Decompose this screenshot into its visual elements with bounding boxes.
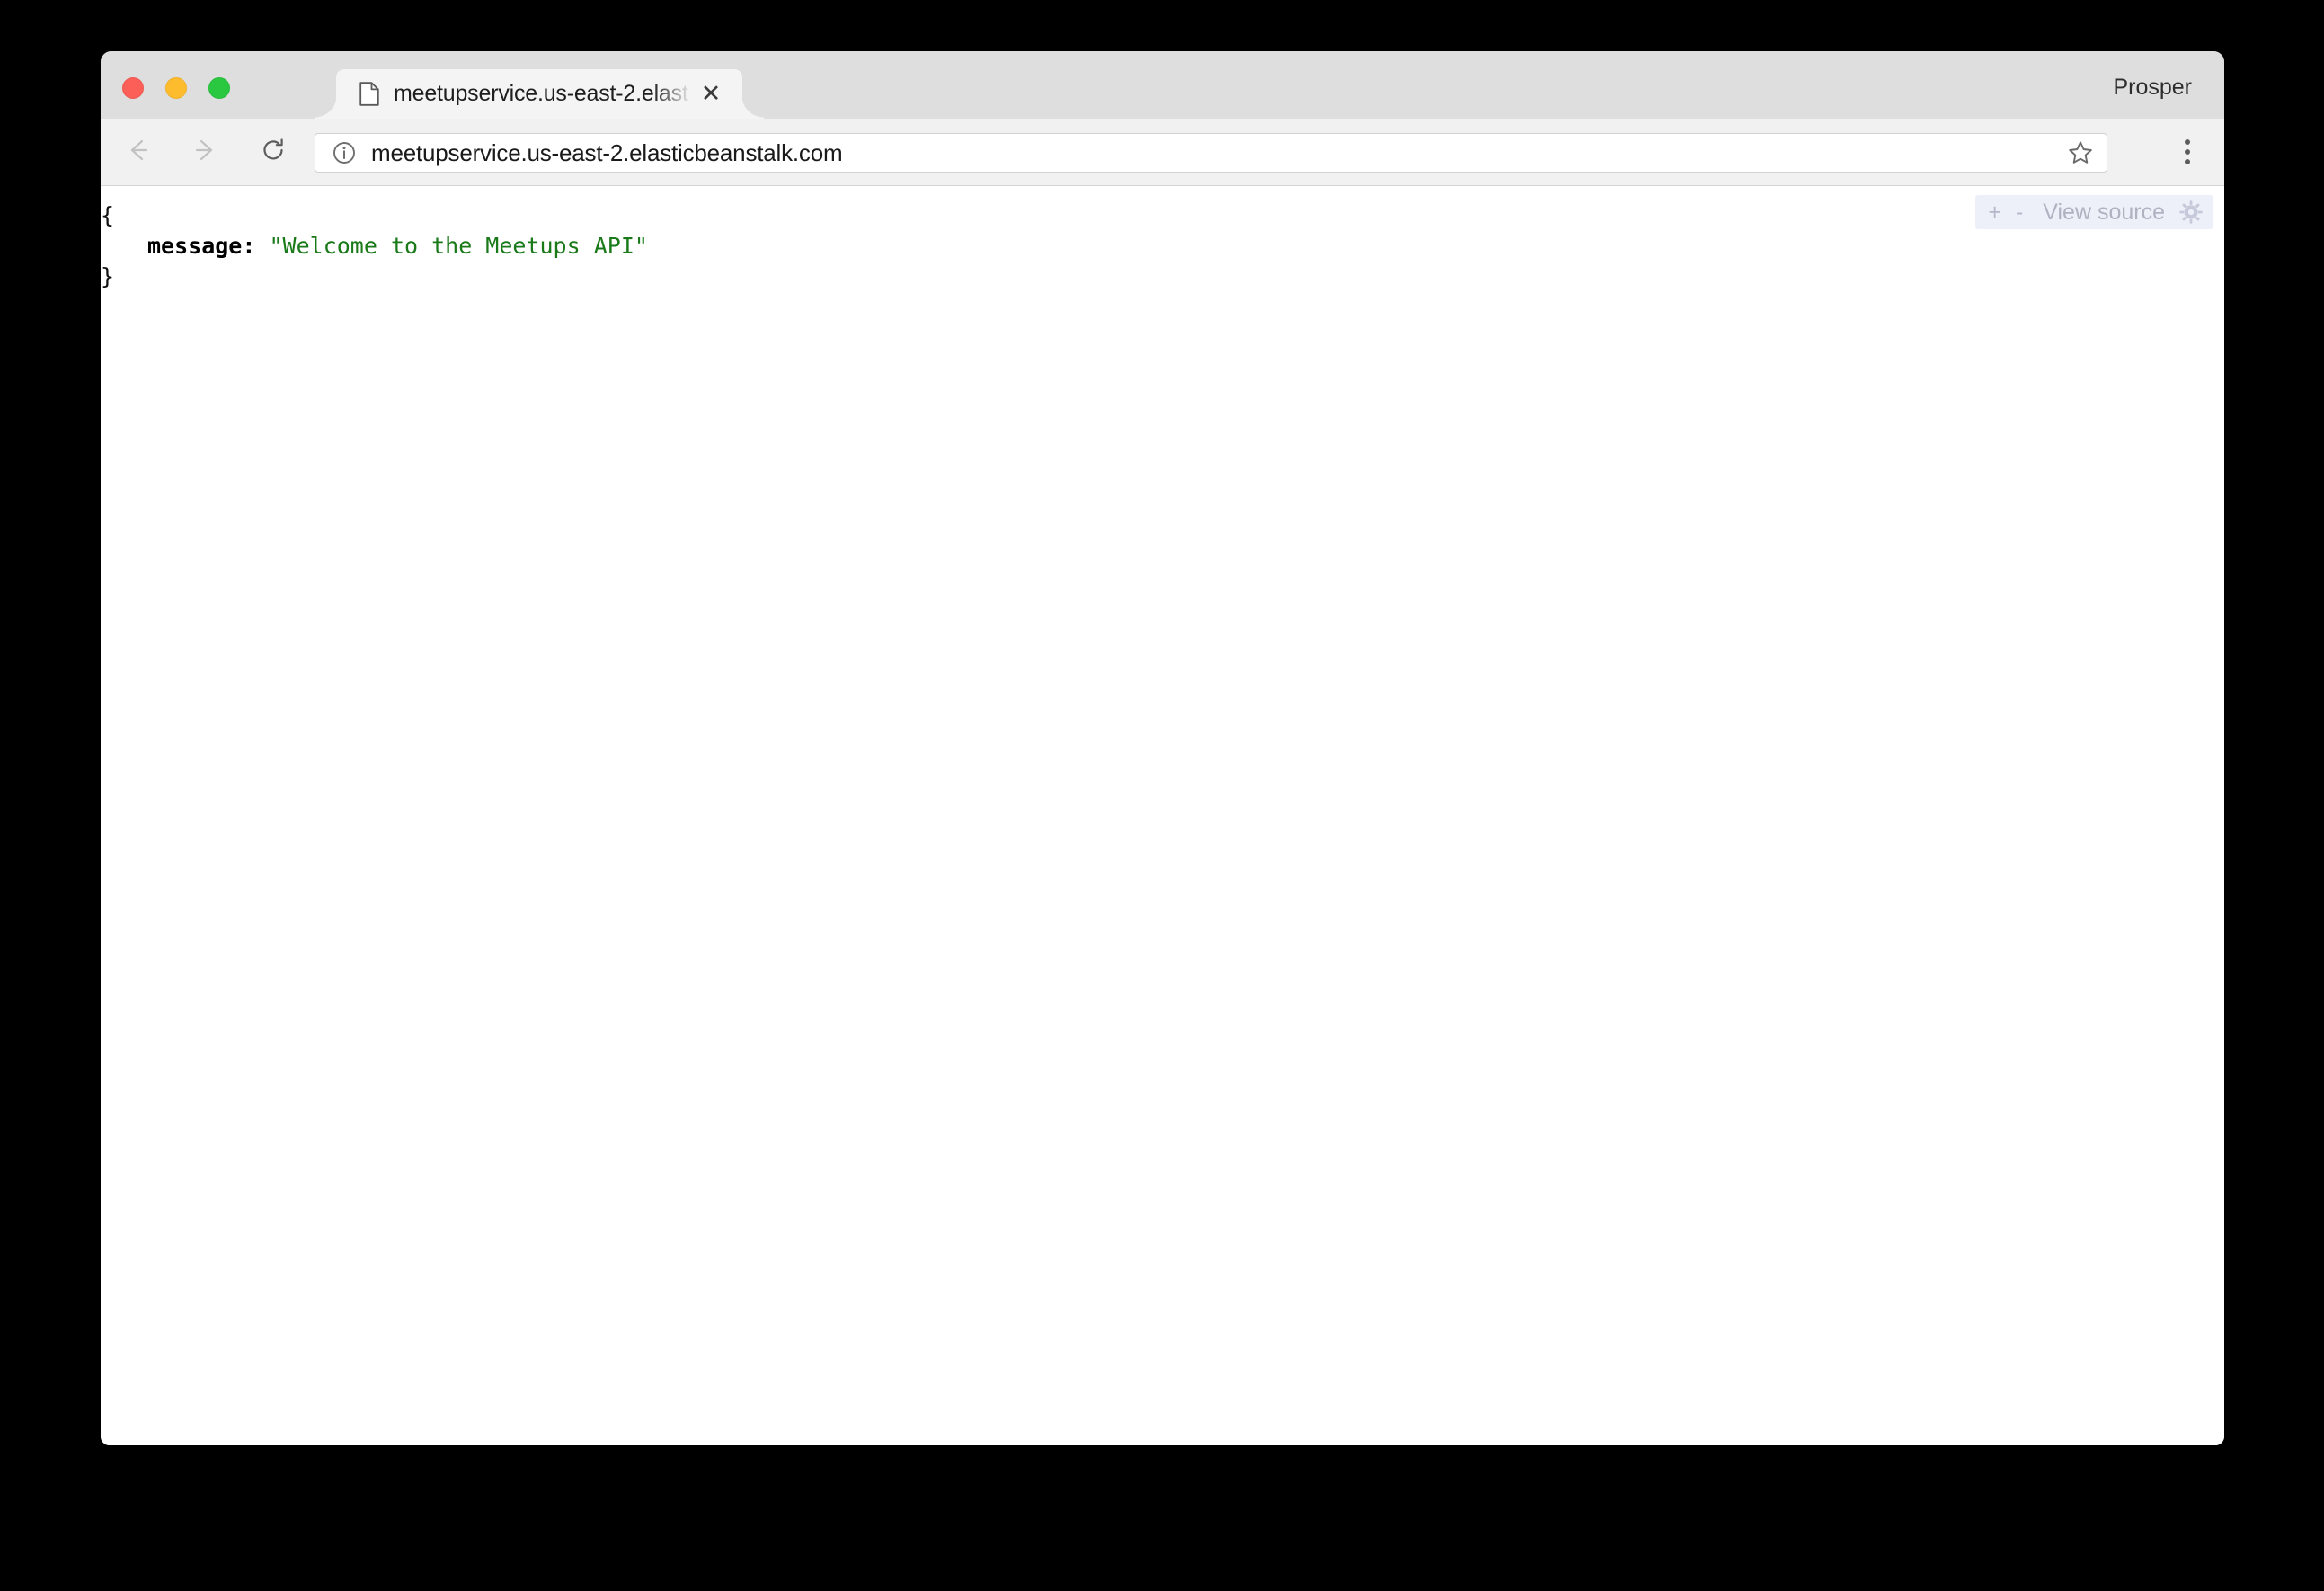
maximize-window-button[interactable] (208, 77, 230, 99)
reload-button[interactable] (253, 132, 293, 172)
tab-active[interactable]: meetupservice.us-east-2.elast ✕ (315, 69, 764, 119)
profile-name[interactable]: Prosper (2113, 75, 2192, 101)
kebab-menu-button[interactable] (2179, 134, 2195, 170)
address-bar[interactable]: meetupservice.us-east-2.elasticbeanstalk… (315, 133, 2107, 173)
json-viewer-toolbar: + - View source (1975, 195, 2213, 229)
expand-all-button[interactable]: + (1988, 200, 2001, 224)
info-circle-icon[interactable] (332, 140, 357, 165)
forward-button[interactable] (185, 132, 225, 172)
arrow-left-icon (124, 136, 153, 169)
window-controls (122, 77, 230, 99)
minimize-window-button[interactable] (165, 77, 187, 99)
json-viewer: { message: "Welcome to the Meetups API" … (101, 186, 2224, 292)
url-text[interactable]: meetupservice.us-east-2.elasticbeanstalk… (371, 139, 2056, 167)
menu-dot (2185, 159, 2190, 164)
page-content: + - View source {message: "Welcome to t… (101, 186, 2224, 1445)
json-close-brace: } (101, 263, 115, 289)
tab-title: meetupservice.us-east-2.elast (394, 81, 688, 106)
json-property-row: message: "Welcome to the Meetups API" (101, 231, 2224, 262)
arrow-right-icon (191, 136, 219, 169)
browser-toolbar: meetupservice.us-east-2.elasticbeanstalk… (101, 119, 2224, 186)
browser-window: meetupservice.us-east-2.elast ✕ Prosper (101, 51, 2224, 1445)
document-icon (359, 82, 379, 106)
star-outline-icon[interactable] (2067, 139, 2094, 166)
menu-dot (2185, 149, 2190, 155)
close-window-button[interactable] (122, 77, 144, 99)
json-space (255, 233, 269, 259)
reload-icon (259, 136, 288, 169)
json-key[interactable]: message: (147, 233, 255, 259)
view-source-link[interactable]: View source (2043, 200, 2165, 226)
json-value: "Welcome to the Meetups API" (269, 233, 648, 259)
collapse-all-button[interactable]: - (2016, 200, 2023, 224)
menu-dot (2185, 139, 2190, 145)
back-button[interactable] (119, 132, 158, 172)
tab-strip: meetupservice.us-east-2.elast ✕ Prosper (101, 51, 2224, 164)
gear-icon[interactable] (2179, 200, 2203, 224)
close-tab-button[interactable]: ✕ (699, 82, 723, 106)
json-open-brace: { (101, 202, 115, 228)
